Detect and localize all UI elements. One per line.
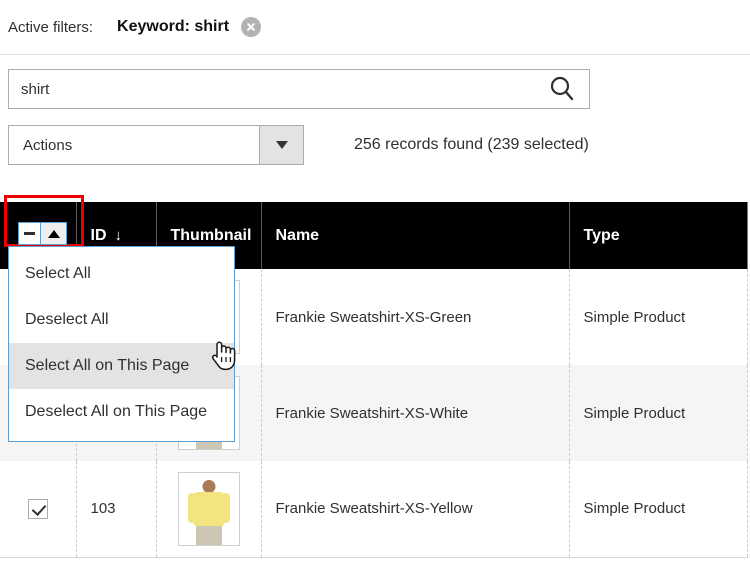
row-name-cell: Frankie Sweatshirt-XS-Yellow: [261, 461, 570, 558]
row-thumbnail-cell: [156, 461, 262, 558]
chevron-down-icon[interactable]: [259, 126, 303, 164]
caret-up-shape: [47, 229, 60, 238]
column-header-type[interactable]: Type: [569, 202, 748, 269]
search-box[interactable]: [8, 69, 590, 109]
row-checkbox[interactable]: [27, 498, 48, 519]
row-name-cell: Frankie Sweatshirt-XS-Green: [261, 269, 570, 365]
menu-item-select-all[interactable]: Select All: [9, 251, 234, 297]
product-thumbnail[interactable]: [177, 471, 240, 546]
records-found-text: 256 records found (239 selected): [354, 136, 589, 153]
row-type-cell: Simple Product: [569, 365, 748, 461]
thumb-legs: [195, 524, 222, 545]
close-circle-icon[interactable]: [241, 17, 262, 37]
filter-chip-label: Keyword: shirt: [117, 18, 230, 35]
menu-item-select-all-this-page[interactable]: Select All on This Page: [9, 343, 234, 389]
select-all-dropdown-menu: Select All Deselect All Select All on Th…: [8, 246, 235, 442]
actions-dropdown[interactable]: Actions: [8, 125, 304, 165]
thumb-body: [193, 491, 224, 526]
search-row: [0, 55, 750, 109]
caret-down-shape: [275, 141, 288, 149]
master-checkbox[interactable]: [19, 223, 40, 244]
filter-chip-keyword: Keyword: shirt: [117, 17, 262, 37]
active-filters-bar: Active filters: Keyword: shirt: [0, 0, 750, 55]
row-type-cell: Simple Product: [569, 269, 748, 365]
row-id-cell: 103: [76, 461, 157, 558]
search-input[interactable]: [21, 80, 547, 98]
column-header-id-label: ID: [90, 226, 107, 244]
active-filters-label: Active filters:: [8, 18, 94, 36]
row-select-cell: [0, 461, 77, 558]
sort-desc-icon: ↓: [114, 226, 123, 244]
actions-row: Actions 256 records found (239 selected): [0, 109, 750, 165]
menu-item-deselect-all-this-page[interactable]: Deselect All on This Page: [9, 389, 234, 435]
actions-dropdown-label: Actions: [23, 136, 73, 154]
row-name-cell: Frankie Sweatshirt-XS-White: [261, 365, 570, 461]
table-row: 103 Frankie Sweatshirt-XS-Yellow Simple …: [0, 461, 748, 558]
row-type-cell: Simple Product: [569, 461, 748, 558]
search-icon[interactable]: [547, 74, 577, 104]
chevron-up-icon[interactable]: [40, 223, 66, 244]
master-select-control[interactable]: [18, 222, 67, 245]
product-grid-page: Active filters: Keyword: shirt Actions 2…: [0, 0, 750, 563]
menu-item-deselect-all[interactable]: Deselect All: [9, 297, 234, 343]
column-header-name[interactable]: Name: [261, 202, 570, 269]
